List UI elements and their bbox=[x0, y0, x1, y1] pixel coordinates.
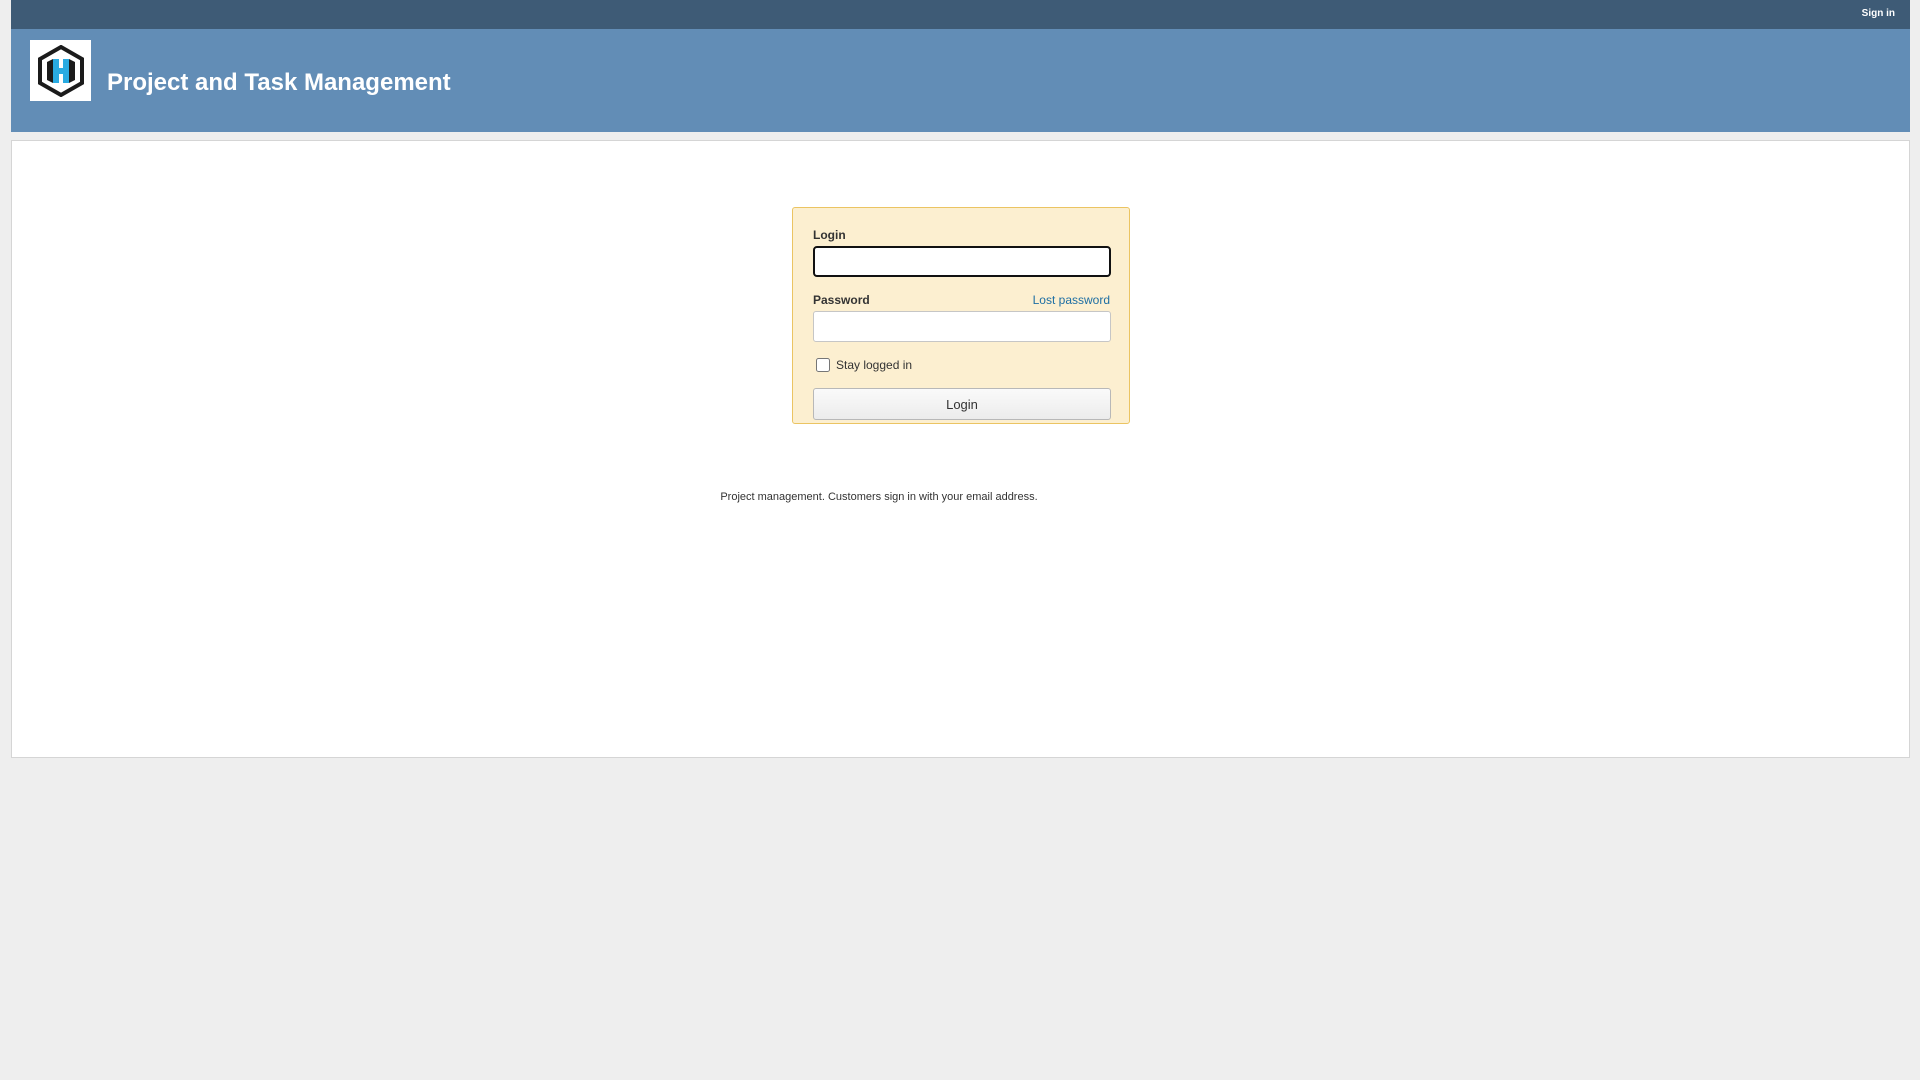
sign-in-link[interactable]: Sign in bbox=[1862, 8, 1895, 19]
header: Project and Task Management bbox=[11, 29, 1910, 132]
page-wrapper: Sign in Project and Task Management Logi… bbox=[11, 0, 1910, 758]
login-label: Login bbox=[813, 228, 846, 242]
login-button[interactable]: Login bbox=[813, 388, 1111, 420]
login-input[interactable] bbox=[813, 246, 1111, 277]
hexagon-logo-icon bbox=[37, 44, 84, 97]
welcome-text: Project management. Customers sign in wi… bbox=[720, 491, 1038, 503]
password-input[interactable] bbox=[813, 311, 1111, 342]
remember-me-row: Stay logged in bbox=[813, 358, 912, 372]
logo[interactable] bbox=[30, 40, 91, 101]
site-title: Project and Task Management bbox=[107, 69, 451, 96]
login-form: Login Password Lost password Stay logged… bbox=[792, 207, 1130, 424]
main-content: Login Password Lost password Stay logged… bbox=[11, 140, 1910, 758]
stay-logged-in-checkbox[interactable] bbox=[816, 358, 830, 372]
password-label: Password bbox=[813, 293, 870, 307]
lost-password-link[interactable]: Lost password bbox=[1033, 293, 1110, 307]
stay-logged-in-label[interactable]: Stay logged in bbox=[836, 358, 912, 372]
top-menu: Sign in bbox=[11, 0, 1910, 29]
